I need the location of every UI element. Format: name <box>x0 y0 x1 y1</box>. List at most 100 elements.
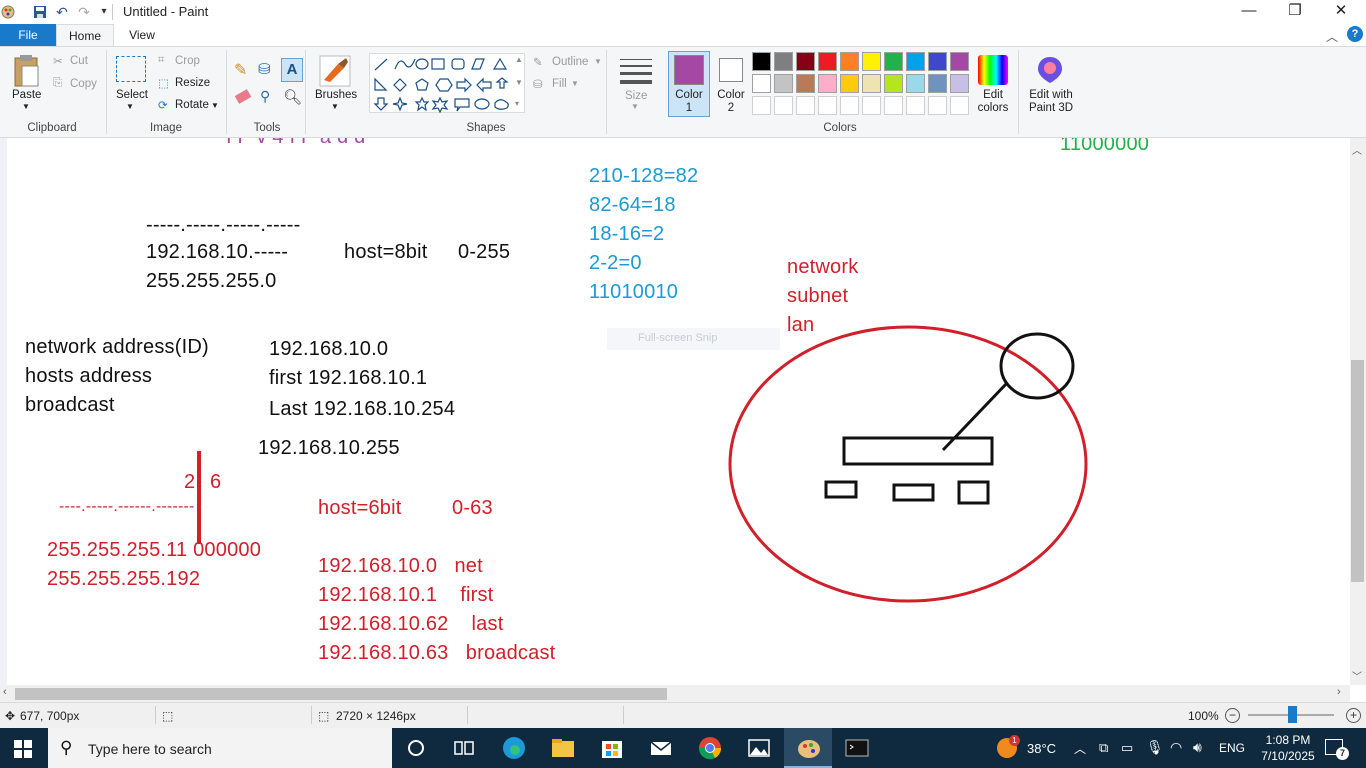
palette-swatch[interactable] <box>928 52 947 71</box>
fill-bucket-icon[interactable]: ⛁ <box>258 60 271 78</box>
paint3d-icon[interactable] <box>1036 55 1064 85</box>
palette-swatch[interactable] <box>752 52 771 71</box>
palette-swatch[interactable] <box>906 74 925 93</box>
task-view-icon[interactable] <box>450 734 478 762</box>
palette-swatch[interactable] <box>862 96 881 115</box>
palette-swatch[interactable] <box>752 74 771 93</box>
rotate-button[interactable]: Rotate <box>175 99 209 111</box>
chrome-icon[interactable] <box>696 734 724 762</box>
redo-icon[interactable]: ↷ <box>76 4 92 20</box>
clock-date[interactable]: 7/10/2025 <box>1257 749 1319 763</box>
resize-button[interactable]: Resize <box>175 77 210 89</box>
paste-button[interactable]: Paste <box>12 89 41 101</box>
paint-app-icon[interactable] <box>0 4 16 20</box>
close-button[interactable]: ✕ <box>1318 0 1364 24</box>
show-hidden-icons[interactable]: ︿ <box>1074 740 1086 757</box>
paste-icon[interactable] <box>12 54 40 88</box>
save-icon[interactable] <box>32 4 48 20</box>
palette-swatch[interactable] <box>840 96 859 115</box>
volume-icon[interactable]: 🔊︎ <box>1193 739 1202 756</box>
size-button[interactable]: Size <box>625 90 647 102</box>
horizontal-scroll-thumb[interactable] <box>15 688 667 700</box>
brushes-dropdown-icon[interactable]: ▼ <box>331 102 339 111</box>
palette-swatch[interactable] <box>818 52 837 71</box>
cut-button[interactable]: Cut <box>70 55 88 67</box>
palette-swatch[interactable] <box>906 96 925 115</box>
pencil-icon[interactable]: ✎ <box>234 60 247 80</box>
palette-swatch[interactable] <box>774 96 793 115</box>
outline-dropdown-icon[interactable]: ▼ <box>594 57 602 66</box>
palette-swatch[interactable] <box>796 96 815 115</box>
customize-toolbar-icon[interactable]: ▾ <box>96 4 112 20</box>
palette-swatch[interactable] <box>862 74 881 93</box>
palette-swatch[interactable] <box>884 96 903 115</box>
edit-with-paint3d-button[interactable]: Edit with Paint 3D <box>1024 89 1078 115</box>
palette-swatch[interactable] <box>906 52 925 71</box>
scroll-down-icon[interactable]: ﹀ <box>1352 668 1362 683</box>
fill-dropdown-icon[interactable]: ▼ <box>571 79 579 88</box>
color2-label[interactable]: Color 2 <box>713 89 749 115</box>
wifi-icon[interactable]: ◠ <box>1170 739 1182 756</box>
palette-swatch[interactable] <box>884 74 903 93</box>
microphone-icon[interactable]: 🎙︎ <box>1146 739 1164 756</box>
select-button[interactable]: Select <box>116 89 148 101</box>
shapes-scroll-up-icon[interactable]: ▲ <box>515 55 523 64</box>
size-dropdown-icon[interactable]: ▼ <box>631 102 639 111</box>
palette-swatch[interactable] <box>774 74 793 93</box>
palette-swatch[interactable] <box>840 74 859 93</box>
palette-swatch[interactable] <box>950 74 969 93</box>
file-explorer-icon[interactable] <box>549 734 577 762</box>
store-icon[interactable] <box>598 734 626 762</box>
scroll-left-icon[interactable]: ‹ <box>3 686 7 698</box>
battery-icon[interactable]: ▭ <box>1121 740 1133 756</box>
zoom-in-icon[interactable]: + <box>1346 708 1361 723</box>
tab-home[interactable]: Home <box>56 24 114 46</box>
minimize-button[interactable]: — <box>1226 0 1272 24</box>
edge-icon[interactable] <box>500 734 528 762</box>
palette-swatch[interactable] <box>774 52 793 71</box>
palette-swatch[interactable] <box>818 96 837 115</box>
shapes-scroll-down-icon[interactable]: ▼ <box>515 78 523 87</box>
paste-dropdown-icon[interactable]: ▼ <box>22 102 30 111</box>
help-icon[interactable]: ? <box>1347 26 1363 42</box>
meet-now-icon[interactable]: ⧉ <box>1099 740 1108 756</box>
outline-button[interactable]: Outline <box>552 56 588 68</box>
drawing-canvas[interactable]: I P v 4 I P a d d -----.-----.-----.----… <box>0 138 1350 685</box>
select-icon[interactable] <box>116 56 146 82</box>
palette-swatch[interactable] <box>928 96 947 115</box>
brushes-icon[interactable] <box>318 54 352 88</box>
weather-temperature[interactable]: 38°C <box>1027 741 1056 756</box>
copy-button[interactable]: Copy <box>70 78 97 90</box>
start-button[interactable] <box>14 740 32 758</box>
tab-view[interactable]: View <box>116 24 168 46</box>
clock-time[interactable]: 1:08 PM <box>1257 733 1319 747</box>
palette-swatch[interactable] <box>818 74 837 93</box>
undo-icon[interactable]: ↶ <box>54 4 70 20</box>
mail-icon[interactable] <box>647 734 675 762</box>
palette-swatch[interactable] <box>752 96 771 115</box>
palette-swatch[interactable] <box>796 52 815 71</box>
cortana-icon[interactable] <box>402 734 430 762</box>
photos-icon[interactable] <box>745 734 773 762</box>
palette-swatch[interactable] <box>796 74 815 93</box>
palette-swatch[interactable] <box>840 52 859 71</box>
edit-colors-icon[interactable] <box>978 55 1008 85</box>
palette-swatch[interactable] <box>928 74 947 93</box>
restore-button[interactable]: ❐ <box>1272 0 1318 24</box>
language-indicator[interactable]: ENG <box>1219 741 1245 755</box>
color2-swatch[interactable] <box>719 58 743 82</box>
crop-button[interactable]: Crop <box>175 55 200 67</box>
collapse-ribbon-icon[interactable]: ︿ <box>1326 28 1338 45</box>
size-icon[interactable] <box>620 56 652 84</box>
vertical-scroll-thumb[interactable] <box>1351 360 1364 582</box>
rotate-dropdown-icon[interactable]: ▼ <box>211 101 219 110</box>
zoom-out-icon[interactable]: − <box>1225 708 1240 723</box>
color-picker-icon[interactable]: ⚲ <box>260 88 270 105</box>
scroll-right-icon[interactable]: › <box>1337 686 1341 698</box>
edit-colors-button[interactable]: Edit colors <box>975 89 1011 115</box>
tab-file[interactable]: File <box>0 24 56 46</box>
shapes-more-icon[interactable]: ▾ <box>515 99 519 108</box>
scroll-up-icon[interactable]: ︿ <box>1352 142 1362 157</box>
palette-swatch[interactable] <box>862 52 881 71</box>
terminal-icon[interactable] <box>843 734 871 762</box>
